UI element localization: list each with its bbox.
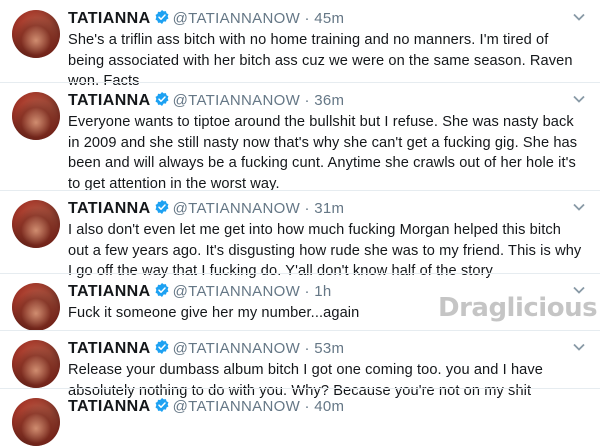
tweet-text-line: Everyone wants to tiptoe around the bull… bbox=[68, 114, 574, 130]
tweet-timestamp[interactable]: · 45m bbox=[304, 10, 344, 27]
watermark: Draglicious bbox=[438, 293, 598, 323]
tweet-timestamp[interactable]: · 31m bbox=[304, 200, 344, 217]
tweet-header: TATIANNA @TATIANNANOW · 31m bbox=[68, 198, 344, 220]
tweet-header: TATIANNA @TATIANNANOW · 40m bbox=[68, 396, 344, 418]
chevron-down-icon[interactable] bbox=[572, 340, 586, 354]
tweet-feed: TATIANNA @TATIANNANOW · 45m She's a trifl… bbox=[0, 0, 600, 446]
tweet-timestamp[interactable]: · 1h bbox=[304, 283, 331, 300]
tweet-header: TATIANNA @TATIANNANOW · 45m bbox=[68, 8, 344, 30]
profile-avatar[interactable] bbox=[12, 398, 60, 446]
verified-badge-icon bbox=[155, 283, 169, 297]
tweet-text-line: I also don't even let me get into how mu… bbox=[68, 222, 561, 238]
display-name[interactable]: TATIANNA bbox=[68, 340, 151, 357]
divider bbox=[0, 388, 600, 389]
user-handle[interactable]: @TATIANNANOW bbox=[173, 10, 300, 27]
divider bbox=[0, 330, 600, 331]
tweet-timestamp[interactable]: · 36m bbox=[304, 92, 344, 109]
divider bbox=[0, 273, 600, 274]
tweet-text-line: Release your dumbass album bitch I got o… bbox=[68, 362, 543, 378]
tweet-timestamp[interactable]: · 53m bbox=[304, 340, 344, 357]
verified-badge-icon bbox=[155, 200, 169, 214]
verified-badge-icon bbox=[155, 10, 169, 24]
tweet-timestamp[interactable]: · 40m bbox=[304, 398, 344, 415]
tweet-text: Everyone wants to tiptoe around the bull… bbox=[68, 112, 588, 194]
display-name[interactable]: TATIANNA bbox=[68, 10, 151, 27]
verified-badge-icon bbox=[155, 92, 169, 106]
tweet-text: Release your dumbass album bitch I got o… bbox=[68, 360, 588, 401]
user-handle[interactable]: @TATIANNANOW bbox=[173, 283, 300, 300]
display-name[interactable]: TATIANNA bbox=[68, 92, 151, 109]
tweet-text-line: been and will always be a fucking cunt. … bbox=[68, 155, 576, 171]
profile-avatar[interactable] bbox=[12, 340, 60, 388]
chevron-down-icon[interactable] bbox=[572, 200, 586, 214]
tweet-header: TATIANNA @TATIANNANOW · 36m bbox=[68, 90, 344, 112]
profile-avatar[interactable] bbox=[12, 283, 60, 331]
display-name[interactable]: TATIANNA bbox=[68, 398, 151, 415]
tweet-text-line: being associated with her bitch ass cuz … bbox=[68, 52, 573, 69]
user-handle[interactable]: @TATIANNANOW bbox=[173, 92, 300, 109]
profile-avatar[interactable] bbox=[12, 92, 60, 140]
verified-badge-icon bbox=[155, 340, 169, 354]
chevron-down-icon[interactable] bbox=[572, 10, 586, 24]
verified-badge-icon bbox=[155, 398, 169, 412]
tweet-text-line: I go off the way that I fucking do. Y'al… bbox=[68, 263, 493, 279]
divider bbox=[0, 82, 600, 83]
tweet-header: TATIANNA @TATIANNANOW · 53m bbox=[68, 338, 344, 360]
user-handle[interactable]: @TATIANNANOW bbox=[173, 340, 300, 357]
profile-avatar[interactable] bbox=[12, 200, 60, 248]
tweet-text-line: in 2009 and she still nasty now that's w… bbox=[68, 134, 578, 151]
divider bbox=[0, 190, 600, 191]
display-name[interactable]: TATIANNA bbox=[68, 200, 151, 217]
display-name[interactable]: TATIANNA bbox=[68, 283, 151, 300]
tweet-text-line: She's a triflin ass bitch with no home t… bbox=[68, 32, 549, 48]
chevron-down-icon[interactable] bbox=[572, 92, 586, 106]
user-handle[interactable]: @TATIANNANOW bbox=[173, 398, 300, 415]
profile-avatar[interactable] bbox=[12, 10, 60, 58]
tweet-header: TATIANNA @TATIANNANOW · 1h bbox=[68, 281, 332, 303]
user-handle[interactable]: @TATIANNANOW bbox=[173, 200, 300, 217]
tweet-text-line: out a few years ago. It's disgusting how… bbox=[68, 242, 582, 259]
